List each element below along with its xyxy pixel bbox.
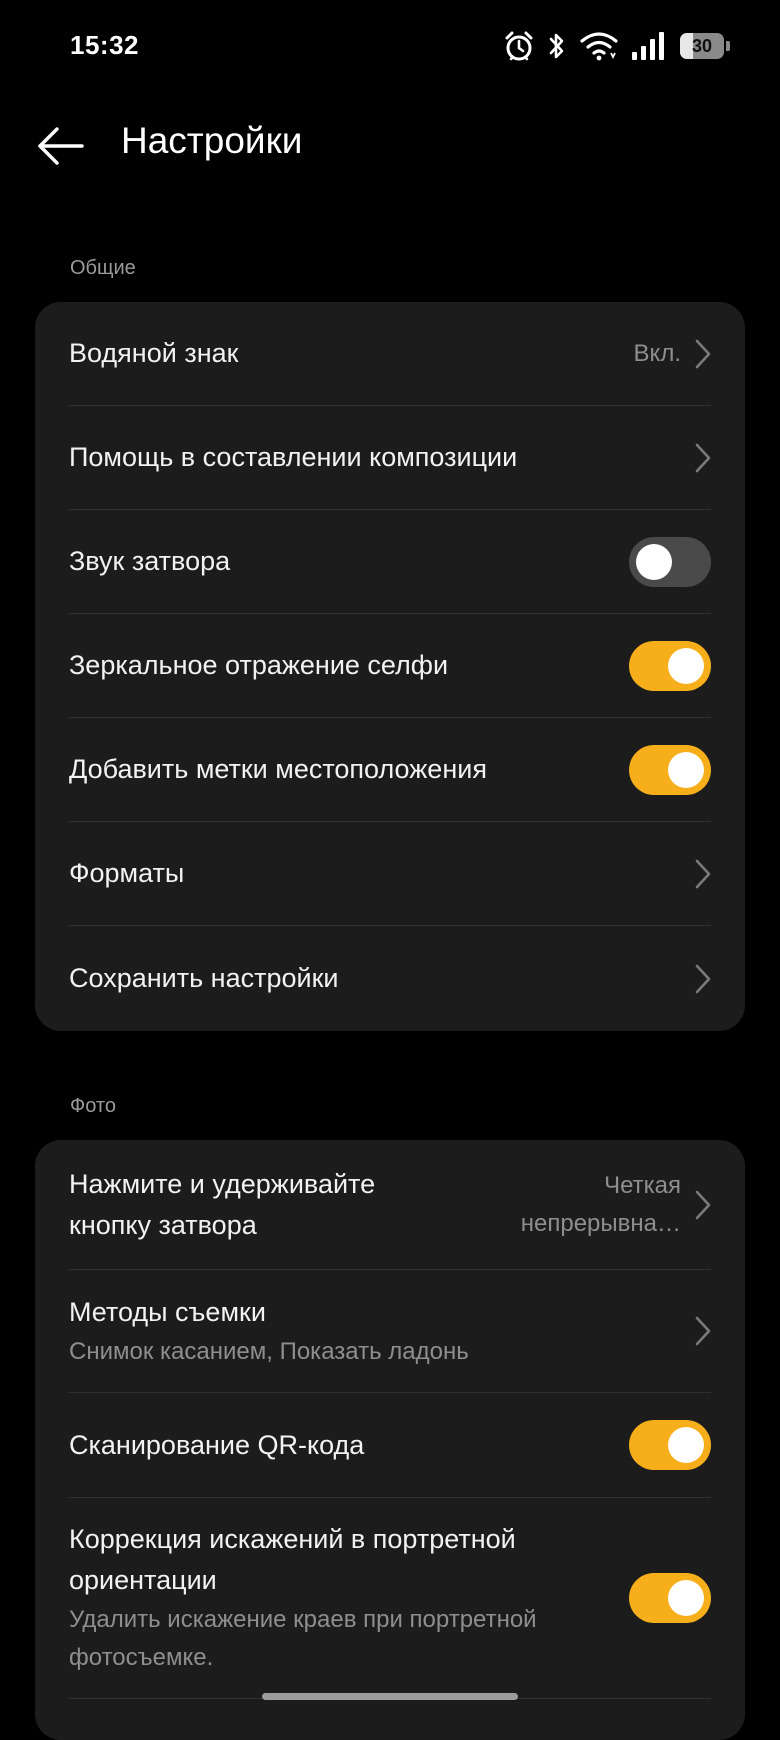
section-label-photo: Фото bbox=[70, 1095, 116, 1117]
row-title: Форматы bbox=[69, 858, 185, 888]
shutter-hold-value: Четкая bbox=[604, 1171, 681, 1199]
portrait-distortion-row[interactable]: Коррекция искажений в портретной ориента… bbox=[69, 1498, 711, 1699]
photo-settings-card: Нажмите и удерживайте кнопку затвора Чет… bbox=[35, 1140, 745, 1740]
status-time: 15:32 bbox=[70, 30, 139, 60]
row-title: Звук затвора bbox=[69, 546, 231, 576]
shutter-hold-row[interactable]: Нажмите и удерживайте кнопку затвора Чет… bbox=[69, 1140, 711, 1270]
bluetooth-icon bbox=[549, 33, 564, 59]
row-title: Добавить метки местоположения bbox=[69, 754, 487, 784]
composition-assist-row[interactable]: Помощь в составлении композиции bbox=[69, 406, 711, 510]
location-tags-toggle[interactable] bbox=[629, 744, 711, 795]
shutter-hold-value: непрерывна… bbox=[520, 1209, 681, 1237]
row-title: кнопку затвора bbox=[69, 1209, 257, 1240]
qr-scan-row[interactable]: Сканирование QR-кода bbox=[69, 1393, 711, 1498]
wifi-icon bbox=[580, 32, 618, 61]
status-bar: 15:32 30 bbox=[0, 0, 780, 96]
row-subtitle: фотосъемке. bbox=[69, 1644, 214, 1671]
capture-methods-row[interactable]: Методы съемки Снимок касанием, Показать … bbox=[69, 1270, 711, 1393]
status-icons: 30 bbox=[504, 28, 730, 64]
shutter-sound-toggle[interactable] bbox=[629, 536, 711, 587]
qr-scan-toggle[interactable] bbox=[629, 1420, 711, 1470]
general-settings-card: Водяной знак Вкл. Помощь в составлении к… bbox=[35, 302, 745, 1031]
battery-level: 30 bbox=[691, 36, 713, 56]
watermark-value: Вкл. bbox=[633, 339, 681, 367]
row-title: Сканирование QR-кода bbox=[69, 1429, 365, 1460]
row-title: Зеркальное отражение селфи bbox=[69, 650, 449, 680]
home-indicator[interactable] bbox=[262, 1693, 518, 1700]
shutter-sound-row[interactable]: Звук затвора bbox=[69, 510, 711, 614]
row-title: Сохранить настройки bbox=[69, 963, 339, 993]
page-title: Настройки bbox=[121, 120, 303, 161]
portrait-distortion-toggle[interactable] bbox=[629, 1573, 711, 1623]
signal-icon bbox=[632, 32, 664, 60]
chevron-right-icon bbox=[695, 1316, 711, 1346]
back-arrow-icon bbox=[38, 127, 84, 165]
watermark-row[interactable]: Водяной знак Вкл. bbox=[69, 302, 711, 406]
chevron-right-icon bbox=[695, 964, 711, 993]
save-settings-row[interactable]: Сохранить настройки bbox=[69, 926, 711, 1031]
row-title: Методы съемки bbox=[69, 1296, 266, 1327]
row-subtitle: Удалить искажение краев при портретной bbox=[69, 1606, 537, 1633]
battery-icon: 30 bbox=[680, 33, 730, 59]
row-title: Помощь в составлении композиции bbox=[69, 442, 518, 472]
chevron-right-icon bbox=[695, 1190, 711, 1219]
chevron-right-icon bbox=[695, 339, 711, 368]
row-title: Коррекция искажений в портретной bbox=[69, 1524, 516, 1554]
back-button[interactable] bbox=[30, 116, 90, 176]
formats-row[interactable]: Форматы bbox=[69, 822, 711, 926]
selfie-mirror-row[interactable]: Зеркальное отражение селфи bbox=[69, 614, 711, 718]
location-tags-row[interactable]: Добавить метки местоположения bbox=[69, 718, 711, 822]
row-title: Нажмите и удерживайте bbox=[69, 1168, 376, 1199]
alarm-icon bbox=[505, 31, 533, 61]
row-title: Водяной знак bbox=[69, 338, 239, 368]
selfie-mirror-toggle[interactable] bbox=[629, 640, 711, 691]
row-title: ориентации bbox=[69, 1565, 217, 1595]
chevron-right-icon bbox=[695, 859, 711, 888]
row-subtitle: Снимок касанием, Показать ладонь bbox=[69, 1337, 469, 1365]
app-header: Настройки bbox=[0, 100, 780, 190]
section-label-general: Общие bbox=[70, 257, 136, 279]
chevron-right-icon bbox=[695, 443, 711, 472]
